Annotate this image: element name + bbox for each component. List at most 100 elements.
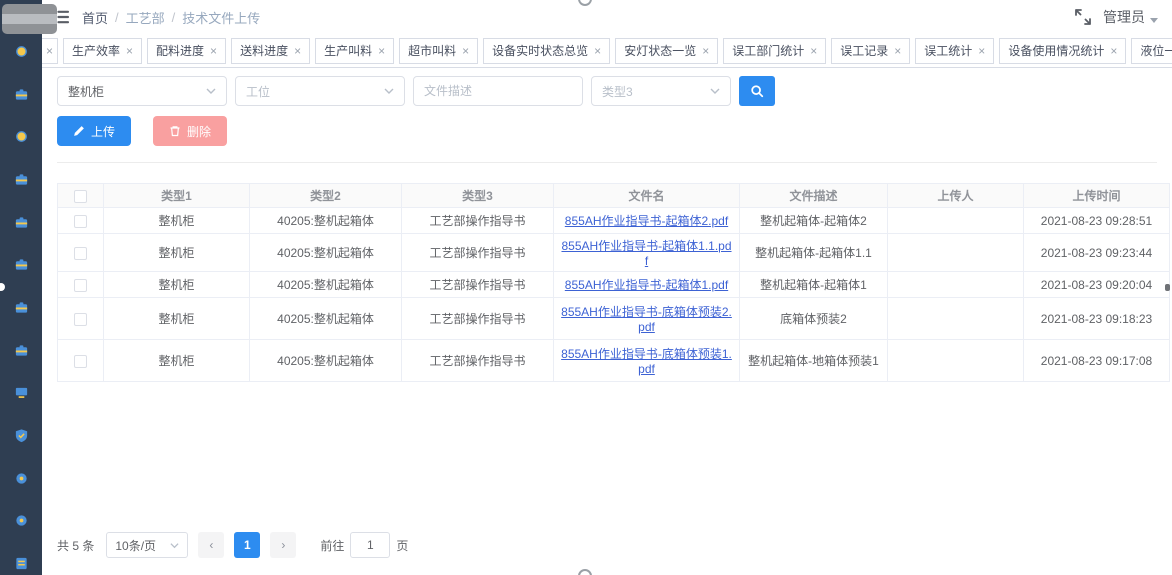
file-link[interactable]: 855AH作业指导书-起箱体1.1.pdf (561, 239, 731, 268)
upload-button[interactable]: 上传 (57, 116, 131, 146)
tab-送料进度[interactable]: 送料进度× (231, 38, 310, 64)
content: 整机柜 工位 类型3 (42, 68, 1172, 574)
cell-type3: 工艺部操作指导书 (402, 340, 554, 382)
fullscreen-icon[interactable] (1075, 9, 1091, 25)
file-link[interactable]: 855AH作业指导书-起箱体2.pdf (565, 214, 728, 228)
goto-page-input[interactable] (350, 532, 390, 558)
file-link[interactable]: 855AH作业指导书-底箱体预装2.pdf (561, 305, 732, 334)
file-link[interactable]: 855AH作业指导书-底箱体预装1.pdf (561, 347, 732, 376)
sidebar-item[interactable] (0, 500, 42, 543)
page-size-select[interactable]: 10条/页 (106, 532, 188, 558)
sidebar-item[interactable] (0, 414, 42, 457)
cell-type2: 40205:整机起箱体 (250, 340, 402, 382)
breadcrumb-home[interactable]: 首页 (82, 8, 108, 27)
sidebar-item[interactable] (0, 372, 42, 415)
select-all-checkbox[interactable] (74, 190, 87, 203)
user-menu[interactable]: 管理员 (1103, 7, 1158, 27)
close-icon[interactable]: × (810, 45, 817, 57)
tab-配料进度[interactable]: 配料进度× (147, 38, 226, 64)
close-icon[interactable]: × (894, 45, 901, 57)
table-row: 整机柜40205:整机起箱体工艺部操作指导书855AH作业指导书-起箱体1.pd… (58, 272, 1170, 298)
station-select[interactable]: 工位 (235, 76, 405, 106)
sidebar-item[interactable] (0, 243, 42, 286)
close-icon[interactable]: × (594, 45, 601, 57)
sidebar-item[interactable] (0, 73, 42, 116)
tab-设备实时状态总览[interactable]: 设备实时状态总览 × (483, 38, 610, 64)
sidebar-item[interactable] (0, 158, 42, 201)
tab-误工部门统计[interactable]: 误工部门统计× (723, 38, 826, 64)
close-icon[interactable]: × (1110, 45, 1117, 57)
tab-误工记录[interactable]: 误工记录 × (831, 38, 910, 64)
table-row: 整机柜40205:整机起箱体工艺部操作指导书855AH作业指导书-底箱体预装1.… (58, 340, 1170, 382)
row-checkbox[interactable] (74, 247, 87, 260)
tab-设备使用情况统计[interactable]: 设备使用情况统计 × (999, 38, 1126, 64)
cell-type3: 工艺部操作指导书 (402, 272, 554, 298)
close-icon[interactable]: × (978, 45, 985, 57)
next-page-button[interactable]: › (270, 532, 296, 558)
close-icon[interactable]: × (378, 45, 385, 57)
chevron-down-icon (206, 86, 216, 96)
chevron-down-icon (384, 86, 394, 96)
row-checkbox[interactable] (74, 313, 87, 326)
row-checkbox[interactable] (74, 355, 87, 368)
cell-type3: 工艺部操作指导书 (402, 208, 554, 234)
close-icon[interactable]: × (294, 45, 301, 57)
close-icon[interactable]: × (702, 45, 709, 57)
cell-type2: 40205:整机起箱体 (250, 234, 402, 272)
sidebar-item[interactable] (0, 201, 42, 244)
prev-page-button[interactable]: ‹ (198, 532, 224, 558)
tab-label: 生产效率 (72, 42, 120, 59)
file-desc-input[interactable] (414, 77, 582, 105)
tab-误工统计[interactable]: 误工统计 × (915, 38, 994, 64)
close-icon[interactable]: × (126, 45, 133, 57)
breadcrumb-dept[interactable]: 工艺部 (126, 8, 165, 27)
cell-uploader (888, 208, 1024, 234)
upload-button-label: 上传 (91, 123, 115, 140)
file-desc-field-wrap (413, 76, 583, 106)
scrollbar-handle[interactable] (1165, 284, 1170, 291)
tab-partial[interactable]: × (42, 38, 58, 64)
row-checkbox[interactable] (74, 279, 87, 292)
goto-label: 前往 (320, 537, 344, 554)
sidebar-item[interactable] (0, 115, 42, 158)
breadcrumb-separator: / (115, 10, 119, 25)
table-row: 整机柜40205:整机起箱体工艺部操作指导书855AH作业指导书-起箱体2.pd… (58, 208, 1170, 234)
current-page-button[interactable]: 1 (234, 532, 260, 558)
sidebar-item[interactable] (0, 30, 42, 73)
close-icon[interactable]: × (462, 45, 469, 57)
sidebar-item[interactable] (0, 286, 42, 329)
table-row: 整机柜40205:整机起箱体工艺部操作指导书855AH作业指导书-底箱体预装2.… (58, 298, 1170, 340)
sidebar-item[interactable] (0, 329, 42, 372)
type1-select[interactable]: 整机柜 (57, 76, 227, 106)
pencil-icon (73, 125, 85, 137)
delete-button-label: 删除 (187, 123, 211, 140)
close-icon[interactable]: × (210, 45, 217, 57)
topbar: 首页 / 工艺部 / 技术文件上传 管理员 (42, 0, 1172, 34)
tab-label: 误工统计 (924, 42, 972, 59)
tab-超市叫料[interactable]: 超市叫料× (399, 38, 478, 64)
close-icon[interactable]: × (46, 45, 53, 57)
breadcrumb-current: 技术文件上传 (182, 8, 260, 27)
search-button[interactable] (739, 76, 775, 106)
column-header: 文件描述 (740, 184, 888, 208)
delete-button[interactable]: 删除 (153, 116, 227, 146)
cell-type2: 40205:整机起箱体 (250, 272, 402, 298)
type3-select-placeholder: 类型3 (602, 83, 633, 100)
cell-type2: 40205:整机起箱体 (250, 208, 402, 234)
cell-time: 2021-08-23 09:20:04 (1024, 272, 1170, 298)
row-checkbox[interactable] (74, 215, 87, 228)
sidebar-item[interactable] (0, 542, 42, 575)
tab-安灯状态一览[interactable]: 安灯状态一览× (615, 38, 718, 64)
main-area: 首页 / 工艺部 / 技术文件上传 管理员 × 生产效率×配料进度×送料进度×生… (42, 0, 1172, 575)
tab-label: 设备实时状态总览 (492, 42, 588, 59)
tab-label: 误工记录 (840, 42, 888, 59)
type3-select[interactable]: 类型3 (591, 76, 731, 106)
sidebar-item[interactable] (0, 457, 42, 500)
tab-生产叫料[interactable]: 生产叫料× (315, 38, 394, 64)
file-link[interactable]: 855AH作业指导书-起箱体1.pdf (565, 278, 728, 292)
screen: 首页 / 工艺部 / 技术文件上传 管理员 × 生产效率×配料进度×送料进度×生… (0, 0, 1172, 575)
chevron-down-icon (1150, 18, 1158, 23)
tab-生产效率[interactable]: 生产效率 × (63, 38, 142, 64)
tab-label: 设备使用情况统计 (1008, 42, 1104, 59)
tab-液位一览[interactable]: 液位一览× (1131, 38, 1172, 64)
